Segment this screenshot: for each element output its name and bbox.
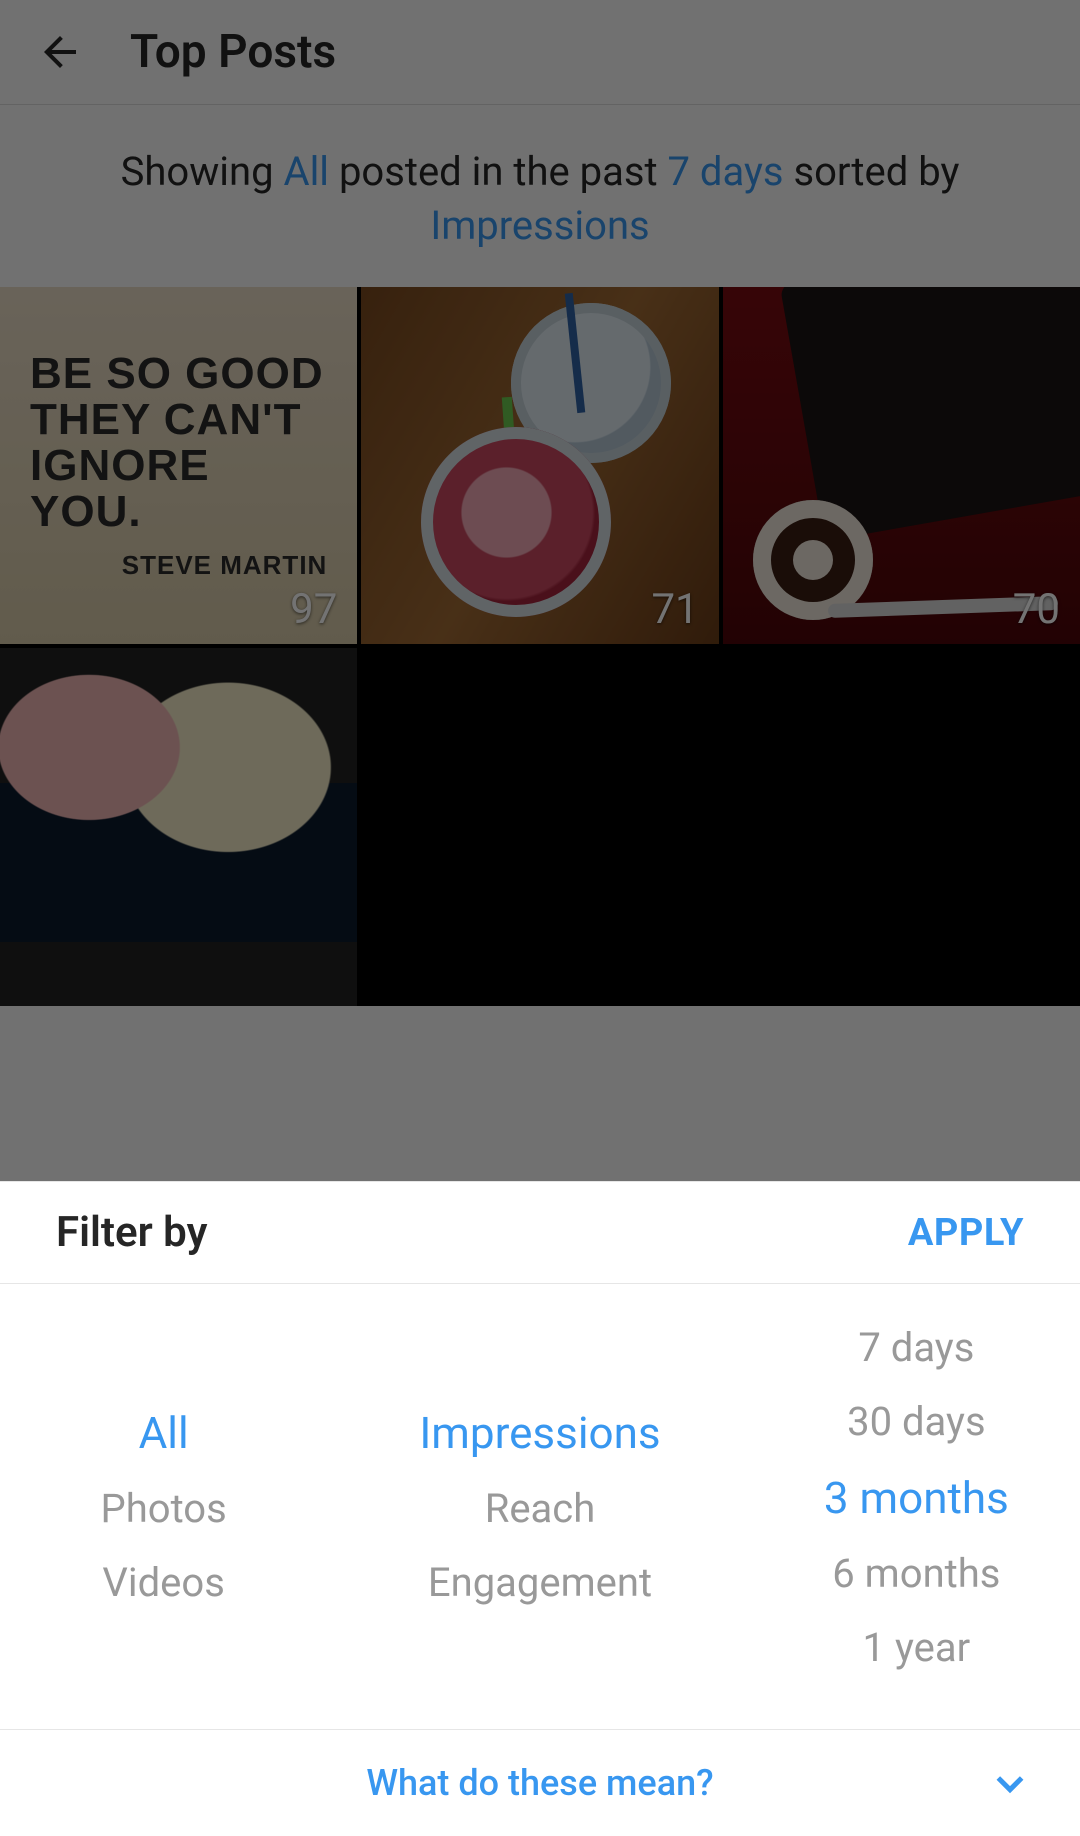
metric-option[interactable]: Engagement [428,1563,652,1603]
period-option[interactable]: 30 days [847,1402,985,1442]
metric-wheel[interactable]: Impressions Reach Engagement [327,1284,752,1729]
filter-picker-wheels: All Photos Videos Impressions Reach Enga… [0,1284,1080,1730]
type-wheel[interactable]: All Photos Videos [0,1284,327,1729]
apply-button[interactable]: APPLY [908,1211,1024,1255]
type-option[interactable]: Photos [101,1489,227,1529]
type-option[interactable]: All [139,1411,189,1455]
chevron-down-icon [990,1763,1030,1803]
expand-help-button[interactable] [990,1763,1030,1803]
filter-sheet-header: Filter by APPLY [0,1182,1080,1284]
type-option[interactable]: Videos [102,1563,224,1603]
period-option[interactable]: 6 months [832,1554,1000,1594]
metric-option[interactable]: Impressions [419,1411,660,1455]
period-option[interactable]: 7 days [858,1328,974,1368]
help-link[interactable]: What do these mean? [366,1762,713,1804]
filter-sheet-title: Filter by [56,1208,207,1257]
period-option[interactable]: 1 year [863,1628,971,1668]
filter-sheet: Filter by APPLY All Photos Videos Impres… [0,1182,1080,1836]
metric-option[interactable]: Reach [485,1489,596,1529]
help-row: What do these mean? [0,1730,1080,1836]
period-option[interactable]: 3 months [824,1476,1009,1520]
period-wheel[interactable]: 7 days 30 days 3 months 6 months 1 year [753,1284,1080,1729]
